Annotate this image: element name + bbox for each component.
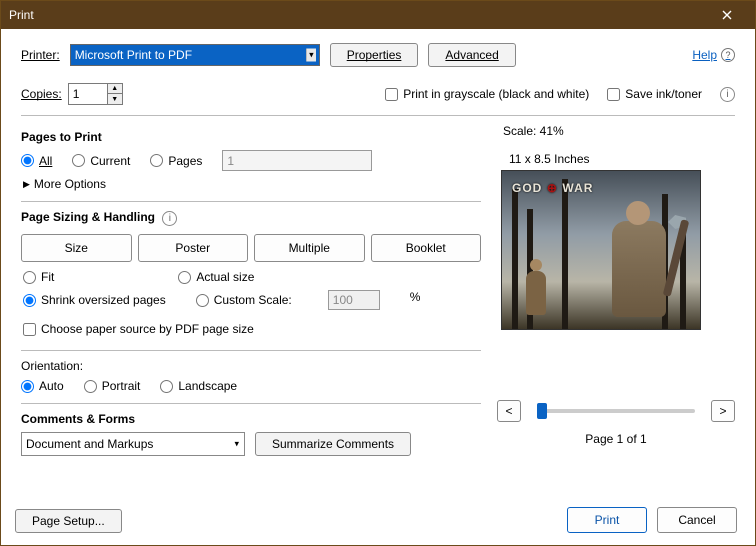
properties-button[interactable]: Properties [330,43,419,67]
print-preview: GOD ⊕ WAR [501,170,701,330]
printer-select[interactable] [70,44,320,66]
radio-custom-scale[interactable]: Custom Scale: [196,290,292,310]
sizing-title: Page Sizing & Handling i [21,210,481,226]
copies-label: Copies: [21,87,62,101]
percent-label: % [410,290,421,310]
cancel-button[interactable]: Cancel [657,507,737,533]
tab-poster[interactable]: Poster [138,234,249,262]
spinner-down-icon[interactable]: ▼ [108,94,122,104]
next-page-button[interactable]: > [711,400,735,422]
preview-logo: GOD ⊕ WAR [512,181,593,197]
window-title: Print [9,8,34,22]
save-ink-checkbox[interactable]: Save ink/toner [607,87,702,101]
prev-page-button[interactable]: < [497,400,521,422]
info-icon: i [720,87,735,102]
titlebar: Print [1,1,755,29]
grayscale-checkbox[interactable]: Print in grayscale (black and white) [385,87,589,101]
info-icon: i [162,211,177,226]
summarize-comments-button[interactable]: Summarize Comments [255,432,411,456]
radio-actual[interactable]: Actual size [178,270,254,284]
radio-auto[interactable]: Auto [21,379,64,393]
page-setup-button[interactable]: Page Setup... [15,509,122,533]
copies-input[interactable] [68,83,108,105]
more-options-toggle[interactable]: ▶ More Options [23,177,481,191]
radio-all[interactable]: All [21,154,52,168]
comments-select[interactable] [21,432,245,456]
help-link[interactable]: Help ? [692,48,735,62]
orientation-label: Orientation: [21,359,481,373]
close-icon [722,10,732,20]
page-indicator: Page 1 of 1 [497,432,735,446]
choose-paper-checkbox[interactable]: Choose paper source by PDF page size [23,322,254,336]
radio-current[interactable]: Current [72,154,130,168]
radio-portrait[interactable]: Portrait [84,379,141,393]
radio-fit[interactable]: Fit [23,270,54,284]
print-button[interactable]: Print [567,507,647,533]
radio-landscape[interactable]: Landscape [160,379,237,393]
radio-shrink[interactable]: Shrink oversized pages [23,290,166,310]
printer-label: Printer: [21,48,60,62]
pages-to-print-title: Pages to Print [21,130,481,144]
pages-input[interactable] [222,150,372,171]
tab-size[interactable]: Size [21,234,132,262]
custom-scale-input[interactable] [328,290,380,310]
comments-title: Comments & Forms [21,412,481,426]
page-slider[interactable] [537,409,695,413]
radio-pages[interactable]: Pages [150,154,202,168]
tab-multiple[interactable]: Multiple [254,234,365,262]
print-dialog: Print Printer: ▾ Properties Advanced Hel… [0,0,756,546]
copies-spinner[interactable]: ▲ ▼ [68,83,123,105]
close-button[interactable] [707,1,747,29]
spinner-up-icon[interactable]: ▲ [108,84,122,94]
tab-booklet[interactable]: Booklet [371,234,482,262]
triangle-right-icon: ▶ [23,179,30,190]
scale-label: Scale: 41% [503,124,735,138]
advanced-button[interactable]: Advanced [428,43,515,67]
paper-size-label: 11 x 8.5 Inches [509,152,735,166]
help-icon: ? [721,48,735,62]
